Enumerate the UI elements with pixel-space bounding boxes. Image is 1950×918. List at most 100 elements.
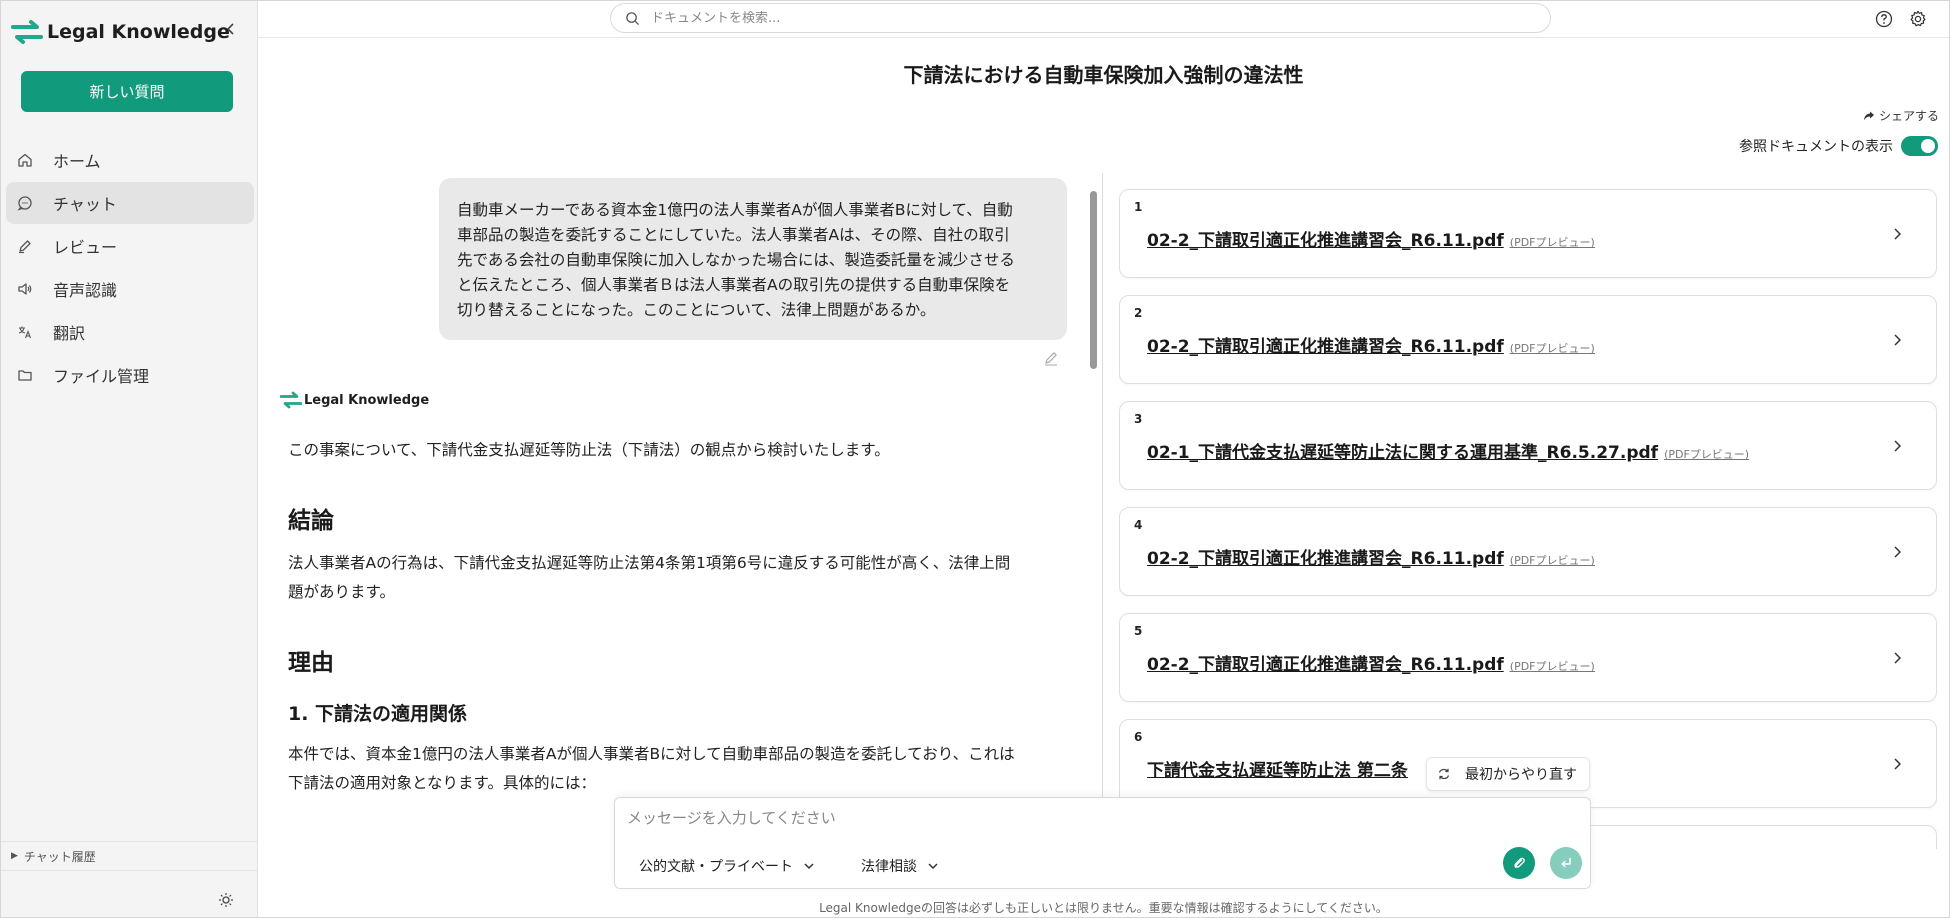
- reference-card[interactable]: 1 02-2_下請取引適正化推進講習会_R6.11.pdf (PDFプレビュー): [1119, 189, 1937, 278]
- section-text-line: 本件では、資本金1億円の法人事業者Aが個人事業者Bに対して自動車部品の製造を委託…: [288, 745, 1015, 763]
- edit-icon: [1045, 352, 1057, 366]
- reference-title: 下請代金支払遅延等防止法 第二条: [1147, 761, 1408, 781]
- user-message-line: 切り替えることになった。このことについて、法律上問題があるか。: [457, 301, 936, 319]
- brand: Legal Knowledge: [11, 19, 230, 45]
- new-question-button[interactable]: 新しい質問: [21, 71, 233, 112]
- search-input[interactable]: [651, 10, 1511, 26]
- user-message-bubble: 自動車メーカーである資本金1億円の法人事業者Aが個人事業者Bに対して、自動 車部…: [439, 178, 1067, 340]
- top-bar: [258, 1, 1949, 38]
- conclusion-text-line: 法人事業者Aの行為は、下請代金支払遅延等防止法第4条第1項第6号に違反する可能性…: [288, 554, 1011, 572]
- sidebar-item-label: チャット: [53, 195, 117, 214]
- pdf-preview-link[interactable]: (PDFプレビュー): [1664, 448, 1749, 461]
- mode-select[interactable]: 法律相談: [861, 856, 939, 876]
- reference-title: 02-1_下請代金支払遅延等防止法に関する運用基準_R6.5.27.pdf: [1147, 443, 1659, 463]
- chevron-right-icon: [1890, 756, 1904, 772]
- help-icon: [1875, 10, 1893, 28]
- reference-toggle-label: 参照ドキュメントの表示: [1739, 139, 1893, 155]
- reference-link[interactable]: 02-2_下請取引適正化推進講習会_R6.11.pdf (PDFプレビュー): [1147, 544, 1595, 569]
- pdf-preview-link[interactable]: (PDFプレビュー): [1510, 236, 1595, 249]
- brand-name: Legal Knowledge: [47, 21, 230, 43]
- answer-brand-name: Legal Knowledge: [304, 392, 430, 408]
- chevron-right-icon: [1890, 544, 1904, 560]
- theme-toggle-button[interactable]: [213, 887, 239, 913]
- reason-heading: 理由: [288, 650, 334, 676]
- reference-number: 1: [1134, 200, 1143, 214]
- reference-number: 4: [1134, 518, 1143, 532]
- reference-card[interactable]: 5 02-2_下請取引適正化推進講習会_R6.11.pdf (PDFプレビュー): [1119, 613, 1937, 702]
- reference-link[interactable]: 下請代金支払遅延等防止法 第二条: [1147, 756, 1414, 781]
- sun-icon: [219, 893, 233, 907]
- section-heading: 1. 下請法の適用関係: [288, 703, 468, 725]
- share-button[interactable]: シェアする: [1863, 107, 1939, 124]
- sidebar-item-home[interactable]: ホーム: [6, 139, 254, 181]
- pdf-preview-link[interactable]: (PDFプレビュー): [1510, 660, 1595, 673]
- send-button[interactable]: [1550, 847, 1582, 879]
- reference-card[interactable]: 3 02-1_下請代金支払遅延等防止法に関する運用基準_R6.5.27.pdf (…: [1119, 401, 1937, 490]
- paperclip-icon: [1514, 857, 1525, 869]
- refresh-icon: [1438, 768, 1450, 780]
- app-window: Legal Knowledge 新しい質問 ホーム チャット レビュー 音声認識…: [0, 0, 1950, 918]
- chevron-right-icon: [1890, 332, 1904, 348]
- sidebar-item-label: ファイル管理: [53, 367, 150, 386]
- user-message-line: と伝えたところ、個人事業者Ｂは法人事業者Aの取引先の提供する自動車保険を: [457, 276, 1011, 294]
- search-box[interactable]: [610, 3, 1551, 33]
- user-message-line: 自動車メーカーである資本金1億円の法人事業者Aが個人事業者Bに対して、自動: [457, 201, 1013, 219]
- attach-button[interactable]: [1503, 847, 1535, 879]
- reference-link[interactable]: 02-1_下請代金支払遅延等防止法に関する運用基準_R6.5.27.pdf (PD…: [1147, 438, 1749, 463]
- search-icon: [626, 11, 640, 25]
- collapse-sidebar-button[interactable]: [223, 23, 239, 39]
- chat-icon: [16, 194, 34, 212]
- reference-link[interactable]: 02-2_下請取引適正化推進講習会_R6.11.pdf (PDFプレビュー): [1147, 226, 1595, 251]
- restart-label: 最初からやり直す: [1465, 767, 1577, 783]
- chevron-right-icon: [1890, 650, 1904, 666]
- help-button[interactable]: [1874, 9, 1894, 29]
- sidebar-item-files[interactable]: ファイル管理: [6, 354, 254, 396]
- chevron-right-icon: [1890, 438, 1904, 454]
- sidebar: Legal Knowledge 新しい質問 ホーム チャット レビュー 音声認識…: [1, 1, 258, 917]
- sidebar-item-review[interactable]: レビュー: [6, 225, 254, 267]
- chat-scrollbar-thumb[interactable]: [1090, 191, 1097, 369]
- home-icon: [16, 151, 34, 169]
- source-select[interactable]: 公的文献・プライベート: [639, 856, 815, 876]
- chat-history-toggle[interactable]: ▶ チャット履歴: [1, 841, 258, 871]
- sidebar-nav: ホーム チャット レビュー 音声認識 翻訳 ファイル管理: [6, 139, 254, 397]
- reference-toggle-switch[interactable]: [1901, 136, 1938, 156]
- sidebar-item-chat[interactable]: チャット: [6, 182, 254, 224]
- reference-link[interactable]: 02-2_下請取引適正化推進講習会_R6.11.pdf (PDFプレビュー): [1147, 650, 1595, 675]
- chevron-left-icon: [226, 23, 234, 35]
- pdf-preview-link[interactable]: (PDFプレビュー): [1510, 554, 1595, 567]
- conclusion-heading: 結論: [288, 508, 334, 534]
- mode-select-value: 法律相談: [861, 859, 917, 875]
- reference-number: 2: [1134, 306, 1143, 320]
- panel-divider[interactable]: [1102, 173, 1103, 853]
- user-message-line: 車部品の製造を委託することにしていた。法人事業者Aは、その際、自社の取引: [457, 226, 1010, 244]
- user-message-line: 先である会社の自動車保険に加入しなかった場合には、製造委託量を減少させる: [457, 251, 1015, 269]
- reference-card[interactable]: 2 02-2_下請取引適正化推進講習会_R6.11.pdf (PDFプレビュー): [1119, 295, 1937, 384]
- reference-number: 6: [1134, 730, 1143, 744]
- chevron-down-icon: [804, 863, 814, 870]
- sidebar-item-translate[interactable]: 翻訳: [6, 311, 254, 353]
- restart-button[interactable]: 最初からやり直す: [1426, 757, 1590, 791]
- translate-icon: [16, 323, 34, 341]
- reference-link[interactable]: 02-2_下請取引適正化推進講習会_R6.11.pdf (PDFプレビュー): [1147, 332, 1595, 357]
- reference-toggle-row: 参照ドキュメントの表示: [1739, 136, 1938, 156]
- sidebar-item-label: 翻訳: [53, 324, 86, 343]
- page-title: 下請法における自動車保険加入強制の違法性: [903, 63, 1304, 87]
- conclusion-text-line: 題があります。: [288, 583, 395, 601]
- pdf-preview-link[interactable]: (PDFプレビュー): [1510, 342, 1595, 355]
- folder-icon: [16, 366, 34, 384]
- footer-disclaimer: Legal Knowledgeの回答は必ずしも正しいとは限りません。重要な情報は…: [819, 901, 1388, 915]
- sidebar-item-label: レビュー: [53, 238, 118, 257]
- message-input[interactable]: [627, 807, 1527, 831]
- reference-card[interactable]: 4 02-2_下請取引適正化推進講習会_R6.11.pdf (PDFプレビュー): [1119, 507, 1937, 596]
- enter-icon: [1561, 857, 1571, 868]
- edit-message-button[interactable]: [1042, 349, 1060, 367]
- reference-title: 02-2_下請取引適正化推進講習会_R6.11.pdf: [1147, 231, 1504, 251]
- sidebar-item-speech[interactable]: 音声認識: [6, 268, 254, 310]
- settings-button[interactable]: [1908, 9, 1928, 29]
- assistant-answer: この事案について、下請代金支払遅延等防止法（下請法）の観点から検討いたします。 …: [288, 436, 1048, 798]
- reference-number: 3: [1134, 412, 1143, 426]
- reference-documents-panel: 1 02-2_下請取引適正化推進講習会_R6.11.pdf (PDFプレビュー) …: [1119, 189, 1937, 849]
- logo-icon: [280, 391, 302, 409]
- sidebar-item-label: 音声認識: [53, 281, 118, 300]
